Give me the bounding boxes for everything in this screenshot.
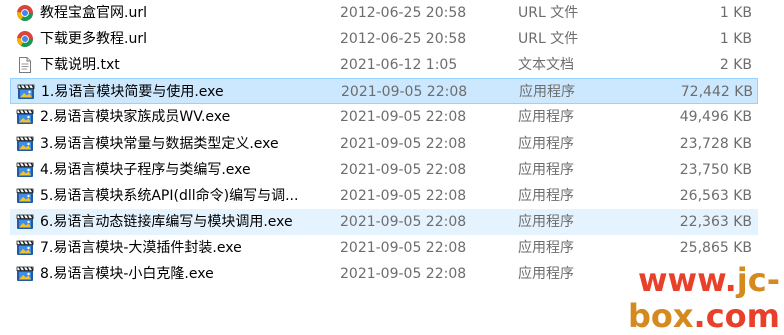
file-size: 72,442 KB: [680, 84, 753, 101]
file-row[interactable]: 7.易语言模块-大漠插件封装.exe 2021-09-05 22:08 应用程序 25…: [10, 235, 758, 261]
file-name: 5.易语言模块系统API(dll命令)编写与调...: [40, 187, 299, 204]
file-type: 文本文档: [518, 57, 574, 74]
site-watermark: www.jc-box.com: [500, 261, 780, 334]
file-date-modified: 2021-09-05 22:08: [340, 187, 467, 204]
file-row[interactable]: 3.易语言模块常量与数据类型定义.exe 2021-09-05 22:08 应用程序…: [10, 131, 758, 157]
file-row[interactable]: 下载更多教程.url 2012-06-25 20:58 URL 文件 1 KB: [10, 26, 758, 52]
chrome-icon: [16, 30, 34, 48]
video-app-icon: [16, 239, 34, 257]
file-date-modified: 2012-06-25 20:58: [340, 5, 467, 21]
file-type: 应用程序: [518, 135, 574, 152]
file-row[interactable]: 5.易语言模块系统API(dll命令)编写与调... 2021-09-05 22:…: [10, 183, 758, 209]
file-name: 教程宝盒官网.url: [40, 5, 147, 21]
file-type: 应用程序: [518, 161, 574, 178]
file-type: 应用程序: [518, 213, 574, 230]
file-size: 26,563 KB: [679, 187, 752, 204]
file-date-modified: 2021-09-05 22:08: [341, 84, 468, 101]
file-size: 49,496 KB: [679, 109, 752, 126]
chrome-icon: [16, 4, 34, 22]
file-row[interactable]: 教程宝盒官网.url 2012-06-25 20:58 URL 文件 1 KB: [10, 0, 758, 26]
video-app-icon: [16, 265, 34, 283]
file-name: 7.易语言模块-大漠插件封装.exe: [40, 239, 242, 256]
video-app-icon: [17, 83, 35, 101]
file-name: 下载更多教程.url: [40, 31, 147, 48]
file-type: URL 文件: [518, 5, 579, 21]
file-size: 25,865 KB: [679, 239, 752, 256]
file-type: 应用程序: [518, 187, 574, 204]
file-row[interactable]: 下载说明.txt 2021-06-12 1:05 文本文档 2 KB: [10, 52, 758, 78]
watermark-prefix: www.: [637, 261, 737, 299]
file-name: 3.易语言模块常量与数据类型定义.exe: [40, 135, 279, 152]
file-name: 下载说明.txt: [40, 57, 120, 74]
file-date-modified: 2021-09-05 22:08: [340, 161, 467, 178]
file-date-modified: 2021-06-12 1:05: [340, 57, 458, 74]
video-app-icon: [16, 108, 34, 126]
file-size: 1 KB: [719, 5, 752, 21]
file-row[interactable]: 1.易语言模块简要与使用.exe 2021-09-05 22:08 应用程序 72,4…: [10, 78, 758, 105]
file-type: 应用程序: [518, 239, 574, 256]
file-date-modified: 2021-09-05 22:08: [340, 109, 467, 126]
file-row[interactable]: 6.易语言动态链接库编写与模块调用.exe 2021-09-05 22:08 应用程…: [10, 208, 758, 235]
file-type: 应用程序: [518, 109, 574, 126]
video-app-icon: [16, 213, 34, 231]
file-row[interactable]: 2.易语言模块家族成员WV.exe 2021-09-05 22:08 应用程序 49,…: [10, 104, 758, 130]
file-size: 23,750 KB: [679, 161, 752, 178]
file-name: 6.易语言动态链接库编写与模块调用.exe: [40, 213, 293, 230]
file-date-modified: 2021-09-05 22:08: [340, 266, 467, 282]
watermark-suffix: .com: [693, 297, 780, 335]
file-name: 8.易语言模块-小白克隆.exe: [40, 266, 214, 282]
file-date-modified: 2021-09-05 22:08: [340, 135, 467, 152]
file-name: 4.易语言模块子程序与类编写.exe: [40, 161, 251, 178]
file-size: 22,363 KB: [679, 213, 752, 230]
video-app-icon: [16, 161, 34, 179]
file-size: 23,728 KB: [679, 135, 752, 152]
file-name: 1.易语言模块简要与使用.exe: [41, 84, 224, 101]
file-size: 2 KB: [719, 57, 752, 74]
file-row[interactable]: 4.易语言模块子程序与类编写.exe 2021-09-05 22:08 应用程序 23…: [10, 157, 758, 183]
file-date-modified: 2021-09-05 22:08: [340, 213, 467, 230]
file-name: 2.易语言模块家族成员WV.exe: [40, 109, 231, 126]
file-date-modified: 2012-06-25 20:58: [340, 31, 467, 48]
file-list: 教程宝盒官网.url 2012-06-25 20:58 URL 文件 1 KB 下载更多…: [0, 0, 784, 301]
file-size: 1 KB: [719, 31, 752, 48]
video-app-icon: [16, 135, 34, 153]
file-type: URL 文件: [518, 31, 579, 48]
file-type: 应用程序: [519, 84, 575, 101]
file-date-modified: 2021-09-05 22:08: [340, 239, 467, 256]
text-document-icon: [16, 56, 34, 74]
video-app-icon: [16, 187, 34, 205]
